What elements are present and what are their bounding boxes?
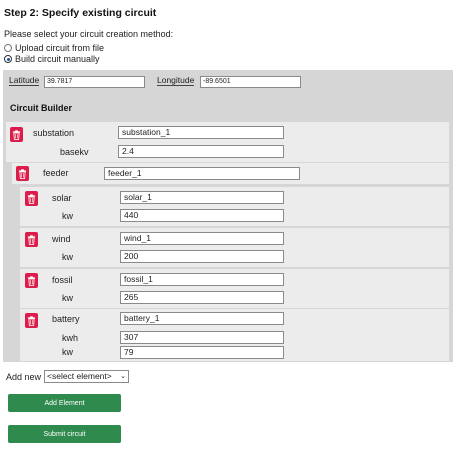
add-element-button[interactable]: Add Element	[8, 394, 121, 412]
field-input[interactable]: 200	[120, 250, 284, 263]
element-type-label: wind	[52, 234, 71, 244]
element-name-input[interactable]: solar_1	[120, 191, 284, 204]
element-type-label: substation	[33, 128, 75, 138]
radio-button[interactable]	[4, 44, 12, 52]
delete-solar-button[interactable]	[25, 191, 38, 206]
field-input[interactable]: 307	[120, 331, 284, 344]
latitude-label: Latitude	[9, 75, 40, 86]
radio-build-manually[interactable]: Build circuit manually	[4, 54, 100, 64]
field-label: basekv	[60, 147, 89, 157]
method-prompt: Please select your circuit creation meth…	[4, 29, 174, 39]
field-input[interactable]: 79	[120, 346, 284, 359]
element-panel-solar: solar solar_1 kw 440	[20, 187, 449, 226]
trash-icon	[27, 193, 36, 204]
element-panel-feeder: feeder feeder_1	[12, 163, 449, 184]
radio-button[interactable]	[4, 55, 12, 63]
field-label: kw	[62, 293, 73, 303]
select-value: <select element>	[47, 371, 112, 381]
trash-icon	[27, 234, 36, 245]
chevron-down-icon: ⌄	[120, 373, 126, 380]
field-label: kw	[62, 252, 73, 262]
element-name-input[interactable]: wind_1	[120, 232, 284, 245]
element-panel-substation: substation substation_1 basekv 2.4	[6, 122, 449, 162]
radio-label: Upload circuit from file	[15, 43, 105, 53]
field-input[interactable]: 265	[120, 291, 284, 304]
element-panel-wind: wind wind_1 kw 200	[20, 228, 449, 267]
submit-circuit-button[interactable]: Submit circuit	[8, 425, 121, 443]
page-title: Step 2: Specify existing circuit	[4, 7, 157, 19]
trash-icon	[27, 275, 36, 286]
element-type-label: feeder	[43, 168, 69, 178]
element-type-label: solar	[52, 193, 72, 203]
element-panel-battery: battery battery_1 kwh 307 kw 79	[20, 309, 449, 361]
element-type-select[interactable]: <select element> ⌄	[44, 370, 129, 383]
radio-upload-file[interactable]: Upload circuit from file	[4, 43, 104, 53]
delete-battery-button[interactable]	[25, 313, 38, 328]
element-name-input[interactable]: substation_1	[118, 126, 284, 139]
element-name-input[interactable]: fossil_1	[120, 273, 284, 286]
field-input[interactable]: 2.4	[118, 145, 284, 158]
radio-label: Build circuit manually	[15, 54, 100, 64]
delete-substation-button[interactable]	[10, 127, 23, 142]
delete-wind-button[interactable]	[25, 232, 38, 247]
field-label: kw	[62, 347, 73, 357]
delete-fossil-button[interactable]	[25, 273, 38, 288]
add-new-label: Add new	[6, 372, 42, 382]
element-panel-fossil: fossil fossil_1 kw 265	[20, 269, 449, 308]
field-input[interactable]: 440	[120, 209, 284, 222]
trash-icon	[12, 129, 21, 140]
field-label: kwh	[62, 333, 79, 343]
element-type-label: battery	[52, 314, 80, 324]
longitude-input[interactable]: -89.6501	[200, 76, 301, 88]
element-name-input[interactable]: battery_1	[120, 312, 284, 325]
circuit-builder-title: Circuit Builder	[10, 103, 73, 113]
delete-feeder-button[interactable]	[16, 166, 29, 181]
element-type-label: fossil	[52, 275, 73, 285]
field-label: kw	[62, 211, 73, 221]
longitude-label: Longitude	[157, 75, 195, 86]
latitude-input[interactable]: 39.7817	[44, 76, 145, 88]
trash-icon	[18, 168, 27, 179]
trash-icon	[27, 315, 36, 326]
element-name-input[interactable]: feeder_1	[104, 167, 300, 180]
